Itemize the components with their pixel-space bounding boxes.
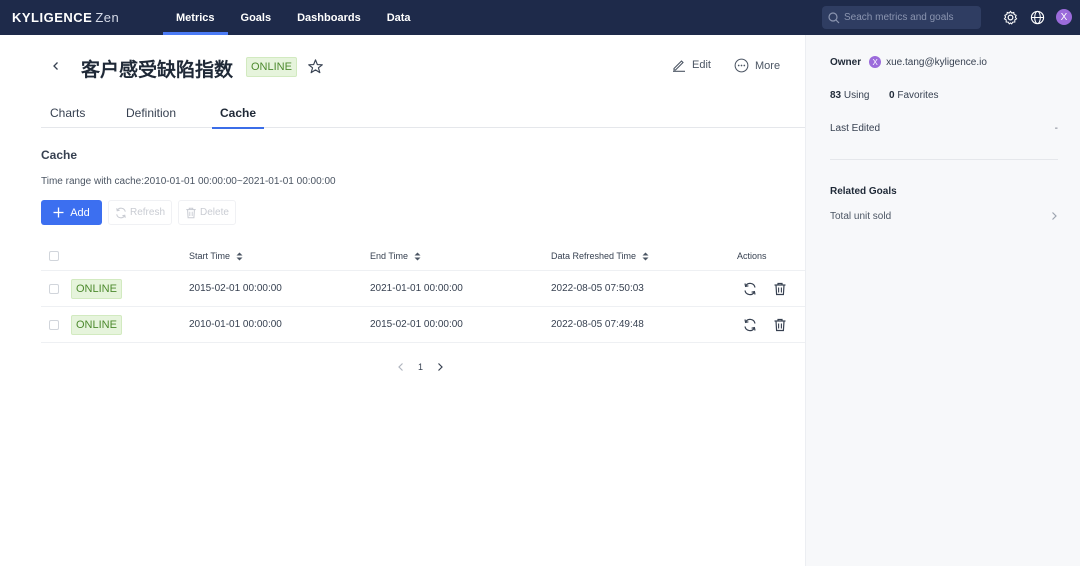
refreshed-time-cell: 2022-08-05 07:49:48	[551, 319, 644, 330]
nav-dashboards[interactable]: Dashboards	[284, 0, 374, 35]
status-badge: ONLINE	[71, 315, 122, 335]
delete-label: Delete	[200, 207, 229, 218]
using-label: Using	[843, 90, 870, 101]
nav-goals[interactable]: Goals	[228, 0, 285, 35]
using-count: 83	[830, 90, 842, 101]
favorites-label: Favorites	[897, 90, 939, 101]
owner-row: Owner X xue.tang@kyligence.io	[830, 56, 987, 68]
nav-metrics[interactable]: Metrics	[163, 0, 228, 35]
owner-avatar: X	[869, 56, 882, 68]
refreshed-time-cell: 2022-08-05 07:50:03	[551, 283, 644, 294]
app-logo[interactable]: KYLIGENCE Zen	[12, 10, 119, 25]
back-chevron-icon[interactable]	[48, 58, 64, 74]
tab-cache[interactable]: Cache	[211, 106, 265, 129]
row-delete-trash-icon[interactable]	[772, 281, 788, 297]
logo-sub-text: Zen	[95, 10, 120, 25]
column-actions: Actions	[737, 251, 767, 261]
edit-button[interactable]: Edit	[672, 58, 711, 72]
logo-text: KYLIGENCE	[12, 10, 93, 25]
pencil-icon	[673, 60, 685, 72]
row-checkbox[interactable]	[49, 284, 59, 294]
row-checkbox[interactable]	[49, 320, 59, 330]
cache-time-range: Time range with cache:2010-01-01 00:00:0…	[41, 176, 336, 187]
column-data-refreshed-time[interactable]: Data Refreshed Time	[551, 251, 649, 261]
start-time-cell: 2015-02-01 00:00:00	[189, 283, 282, 294]
related-goal-label: Total unit sold	[830, 211, 892, 222]
tab-bar: Charts Definition Cache	[41, 100, 805, 129]
refresh-icon	[116, 207, 126, 218]
search-icon	[828, 11, 840, 23]
last-edited-label: Last Edited	[830, 123, 881, 134]
end-time-cell: 2021-01-01 00:00:00	[370, 283, 463, 294]
table-row: ONLINE 2010-01-01 00:00:00 2015-02-01 00…	[41, 307, 805, 343]
trash-icon	[186, 207, 196, 218]
favorite-star-icon[interactable]	[307, 58, 324, 75]
usage-stats: 83 Using 0 Favorites	[830, 90, 939, 101]
column-label: Start Time	[189, 251, 231, 261]
sort-icon	[414, 252, 421, 260]
search-input[interactable]	[844, 12, 974, 23]
user-avatar[interactable]: X	[1056, 9, 1072, 25]
column-label: Data Refreshed Time	[551, 251, 637, 261]
chevron-right-icon	[1052, 212, 1057, 220]
row-refresh-icon[interactable]	[742, 281, 758, 297]
cache-table: Start Time End Time Data Refreshed Time …	[41, 242, 805, 343]
add-label: Add	[70, 206, 90, 219]
table-header: Start Time End Time Data Refreshed Time …	[41, 242, 805, 271]
plus-icon	[53, 207, 64, 218]
refresh-button[interactable]: Refresh	[108, 200, 173, 225]
settings-icon[interactable]	[1002, 9, 1018, 25]
sort-icon	[236, 252, 243, 260]
search-box[interactable]	[822, 6, 981, 29]
status-badge: ONLINE	[246, 57, 297, 77]
main-nav: Metrics Goals Dashboards Data	[163, 0, 424, 35]
more-button[interactable]: More	[734, 58, 780, 73]
last-edited-value: -	[1054, 123, 1058, 134]
start-time-cell: 2010-01-01 00:00:00	[189, 319, 282, 330]
row-refresh-icon[interactable]	[742, 317, 758, 333]
next-page-chevron-icon[interactable]	[433, 360, 447, 374]
related-goal-item[interactable]: Total unit sold	[830, 211, 1058, 222]
last-edited-row: Last Edited -	[830, 123, 1058, 134]
column-start-time[interactable]: Start Time	[189, 251, 243, 261]
divider	[830, 159, 1058, 160]
related-goals-title: Related Goals	[830, 186, 897, 197]
more-label: More	[755, 59, 781, 72]
status-badge: ONLINE	[71, 279, 122, 299]
delete-button[interactable]: Delete	[178, 200, 236, 225]
page-number[interactable]: 1	[418, 362, 423, 372]
select-all-checkbox[interactable]	[49, 251, 59, 261]
more-dots-icon	[734, 58, 749, 73]
nav-data[interactable]: Data	[374, 0, 424, 35]
sort-icon	[642, 252, 649, 260]
pagination: 1	[394, 360, 447, 374]
details-side-panel: Owner X xue.tang@kyligence.io 83 Using 0…	[805, 35, 1080, 566]
column-label: End Time	[370, 251, 409, 261]
tab-charts[interactable]: Charts	[50, 106, 85, 128]
table-row: ONLINE 2015-02-01 00:00:00 2021-01-01 00…	[41, 271, 805, 307]
edit-label: Edit	[692, 59, 711, 71]
end-time-cell: 2015-02-01 00:00:00	[370, 319, 463, 330]
prev-page-chevron-icon[interactable]	[394, 360, 408, 374]
page-title: 客户感受缺陷指数	[81, 60, 234, 81]
refresh-label: Refresh	[130, 207, 166, 218]
language-globe-icon[interactable]	[1029, 9, 1045, 25]
row-delete-trash-icon[interactable]	[772, 317, 788, 333]
favorites-count: 0	[889, 90, 895, 101]
owner-label: Owner	[830, 56, 862, 68]
section-title: Cache	[41, 148, 78, 162]
top-nav-bar: KYLIGENCE Zen Metrics Goals Dashboards Da…	[0, 0, 1080, 35]
tab-definition[interactable]: Definition	[126, 106, 176, 128]
add-button[interactable]: Add	[41, 200, 102, 225]
owner-email: xue.tang@kyligence.io	[886, 56, 987, 68]
column-end-time[interactable]: End Time	[370, 251, 421, 261]
